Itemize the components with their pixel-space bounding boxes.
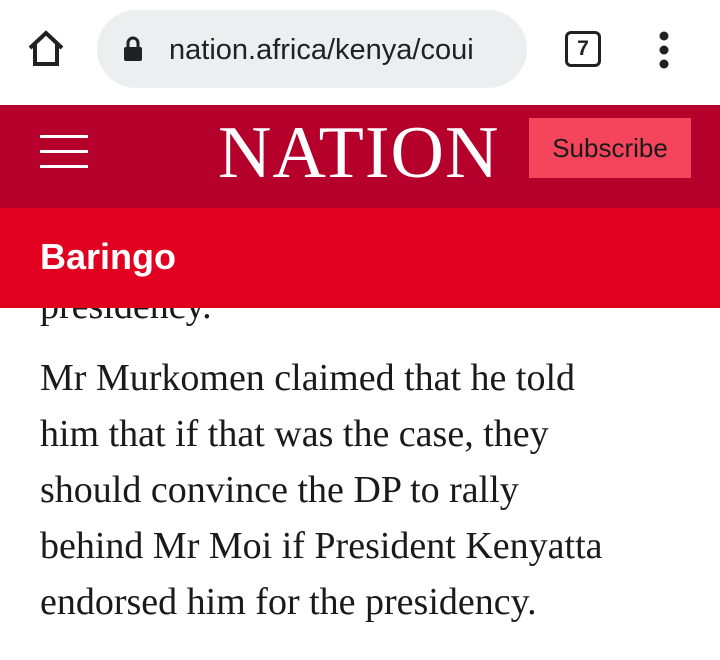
paragraph-line: endorsed him for the presidency. [40, 581, 537, 623]
site-header: NATION Subscribe [0, 105, 720, 208]
article-paragraph: Mr Murkomen claimed that he told him tha… [40, 350, 700, 630]
hamburger-menu-button[interactable] [40, 132, 88, 172]
address-bar[interactable]: nation.africa/kenya/coui [97, 10, 527, 88]
subscribe-button[interactable]: Subscribe [529, 118, 691, 178]
site-logo[interactable]: NATION [218, 113, 518, 193]
paragraph-line: should convince the DP to rally [40, 469, 519, 511]
tab-count: 7 [577, 37, 589, 60]
section-title[interactable]: Baringo [40, 236, 176, 278]
browser-toolbar: nation.africa/kenya/coui 7 [0, 0, 720, 100]
lock-icon [124, 36, 142, 61]
url-text: nation.africa/kenya/coui [169, 34, 474, 66]
paragraph-line: him that if that was the case, they [40, 413, 549, 455]
hamburger-icon [40, 135, 88, 168]
section-bar: Baringo [0, 208, 720, 308]
paragraph-line: Mr Murkomen claimed that he told [40, 357, 576, 399]
article-partial-line: presidency. [40, 308, 700, 334]
browser-menu-button[interactable] [650, 28, 678, 72]
tab-switcher-button[interactable]: 7 [565, 31, 601, 67]
home-icon [28, 30, 64, 66]
article-body: presidency. Mr Murkomen claimed that he … [0, 308, 720, 660]
home-button[interactable] [24, 26, 68, 70]
more-vert-icon [659, 31, 669, 69]
paragraph-line: behind Mr Moi if President Kenyatta [40, 525, 603, 567]
